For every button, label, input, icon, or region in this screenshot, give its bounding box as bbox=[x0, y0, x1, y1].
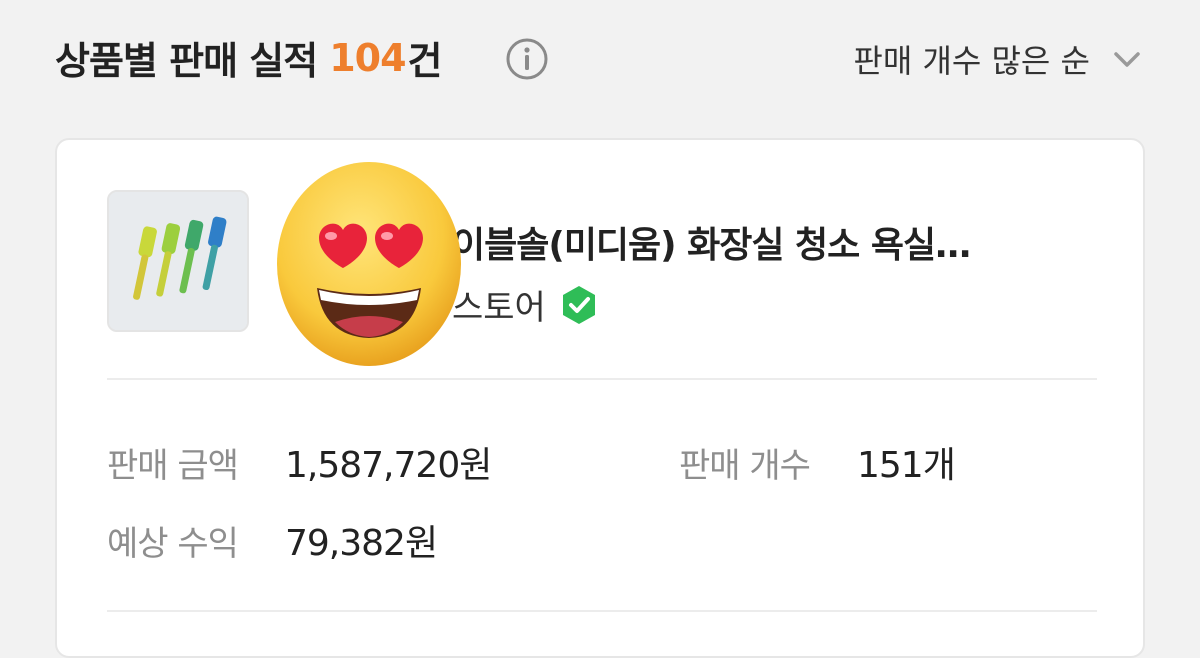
page-title-text: 상품별 판매 실적 bbox=[55, 39, 318, 83]
stat-sales-count: 판매 개수 151개 bbox=[679, 436, 956, 488]
stat-label: 판매 개수 bbox=[679, 446, 811, 486]
stat-label: 판매 금액 bbox=[107, 446, 239, 486]
chevron-down-icon bbox=[1114, 52, 1140, 67]
heart-eyes-emoji bbox=[277, 162, 461, 366]
store-info: 스토어 bbox=[452, 280, 600, 329]
card-divider-top bbox=[107, 378, 1097, 380]
header: 상품별 판매 실적 104 건 판매 개수 많은 순 bbox=[0, 0, 1200, 120]
sort-label: 판매 개수 많은 순 bbox=[853, 42, 1090, 80]
info-icon[interactable] bbox=[505, 37, 549, 81]
verified-badge-icon bbox=[562, 285, 595, 324]
product-thumbnail[interactable] bbox=[107, 190, 249, 332]
stat-label: 예상 수익 bbox=[107, 524, 239, 564]
result-count: 104 bbox=[329, 35, 406, 80]
stat-expected-profit: 예상 수익 79,382원 bbox=[107, 514, 438, 566]
stat-value: 1,587,720원 bbox=[285, 445, 492, 486]
product-name[interactable]: 이블솔(미디움) 화장실 청소 욕실… bbox=[452, 216, 971, 268]
sort-dropdown[interactable]: 판매 개수 많은 순 bbox=[853, 36, 1142, 82]
page-title: 상품별 판매 실적 104 건 bbox=[55, 30, 443, 85]
stat-value: 151개 bbox=[857, 445, 956, 486]
product-card[interactable]: 이블솔(미디움) 화장실 청소 욕실… 스토어 판매 금액 1,587,720원 bbox=[55, 138, 1145, 658]
result-count-unit: 건 bbox=[407, 39, 443, 83]
stat-value: 79,382원 bbox=[285, 523, 438, 564]
card-divider-bottom bbox=[107, 610, 1097, 612]
stat-sales-amount: 판매 금액 1,587,720원 bbox=[107, 436, 492, 488]
store-name: 스토어 bbox=[452, 288, 546, 328]
